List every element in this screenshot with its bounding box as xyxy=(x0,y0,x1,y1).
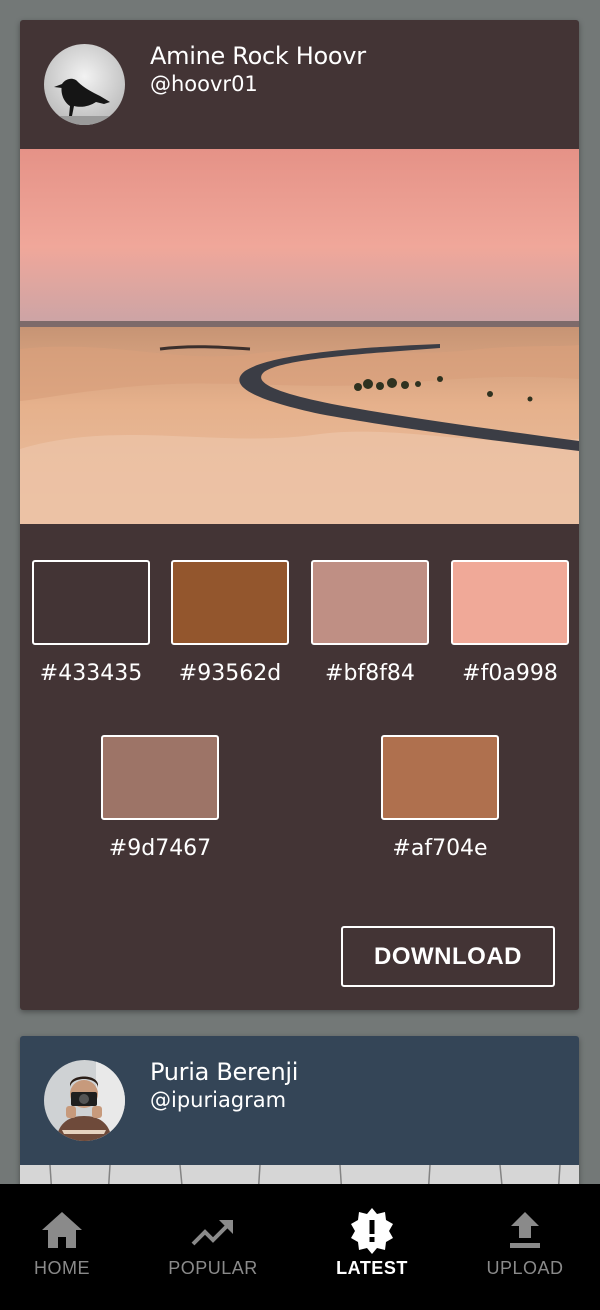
palette-swatch[interactable]: #af704e xyxy=(381,735,499,861)
upload-icon xyxy=(510,1212,540,1248)
color-swatch[interactable] xyxy=(311,560,429,645)
color-swatch[interactable] xyxy=(451,560,569,645)
hex-code[interactable]: #433435 xyxy=(32,661,150,686)
post-photo[interactable] xyxy=(20,149,579,524)
nav-label: LATEST xyxy=(336,1258,408,1278)
palette-swatch[interactable]: #bf8f84 xyxy=(311,560,429,686)
nav-label: HOME xyxy=(34,1258,90,1278)
color-swatch[interactable] xyxy=(171,560,289,645)
author-handle[interactable]: @hoovr01 xyxy=(150,72,258,96)
crow-avatar-image xyxy=(44,44,125,125)
avatar[interactable] xyxy=(44,1060,125,1141)
nav-item-latest[interactable]: LATEST xyxy=(297,1184,447,1310)
hex-code[interactable]: #af704e xyxy=(381,836,499,861)
palette-card: Amine Rock Hoovr @hoovr01 #433435 #93562… xyxy=(20,20,579,1010)
desert-road-photo xyxy=(20,149,579,524)
nav-label: POPULAR xyxy=(168,1258,258,1278)
color-swatch[interactable] xyxy=(101,735,219,820)
palette-swatch[interactable]: #93562d xyxy=(171,560,289,686)
hex-code[interactable]: #bf8f84 xyxy=(311,661,429,686)
hex-code[interactable]: #9d7467 xyxy=(101,836,219,861)
nav-item-upload[interactable]: UPLOAD xyxy=(450,1184,600,1310)
nav-label: UPLOAD xyxy=(486,1258,564,1278)
download-button[interactable]: DOWNLOAD xyxy=(341,926,555,987)
avatar[interactable] xyxy=(44,44,125,125)
nav-item-home[interactable]: HOME xyxy=(0,1184,137,1310)
author-name[interactable]: Puria Berenji xyxy=(150,1058,298,1086)
hex-code[interactable]: #f0a998 xyxy=(451,661,569,686)
hex-code[interactable]: #93562d xyxy=(171,661,289,686)
palette-swatch[interactable]: #433435 xyxy=(32,560,150,686)
palette-swatch[interactable]: #9d7467 xyxy=(101,735,219,861)
palette-card: Puria Berenji @ipuriagram xyxy=(20,1036,579,1196)
color-swatch[interactable] xyxy=(32,560,150,645)
new-badge-icon xyxy=(351,1208,393,1254)
color-swatch[interactable] xyxy=(381,735,499,820)
bottom-navigation: HOME POPULAR LATEST UPLOAD xyxy=(0,1184,600,1310)
nav-item-popular[interactable]: POPULAR xyxy=(138,1184,288,1310)
author-handle[interactable]: @ipuriagram xyxy=(150,1088,286,1112)
author-header: Puria Berenji @ipuriagram xyxy=(20,1036,579,1165)
home-icon xyxy=(42,1212,82,1248)
palette-swatch[interactable]: #f0a998 xyxy=(451,560,569,686)
photographer-avatar-image xyxy=(44,1060,125,1141)
trending-up-icon xyxy=(191,1220,233,1246)
author-name[interactable]: Amine Rock Hoovr xyxy=(150,42,366,70)
author-header: Amine Rock Hoovr @hoovr01 xyxy=(20,20,579,149)
